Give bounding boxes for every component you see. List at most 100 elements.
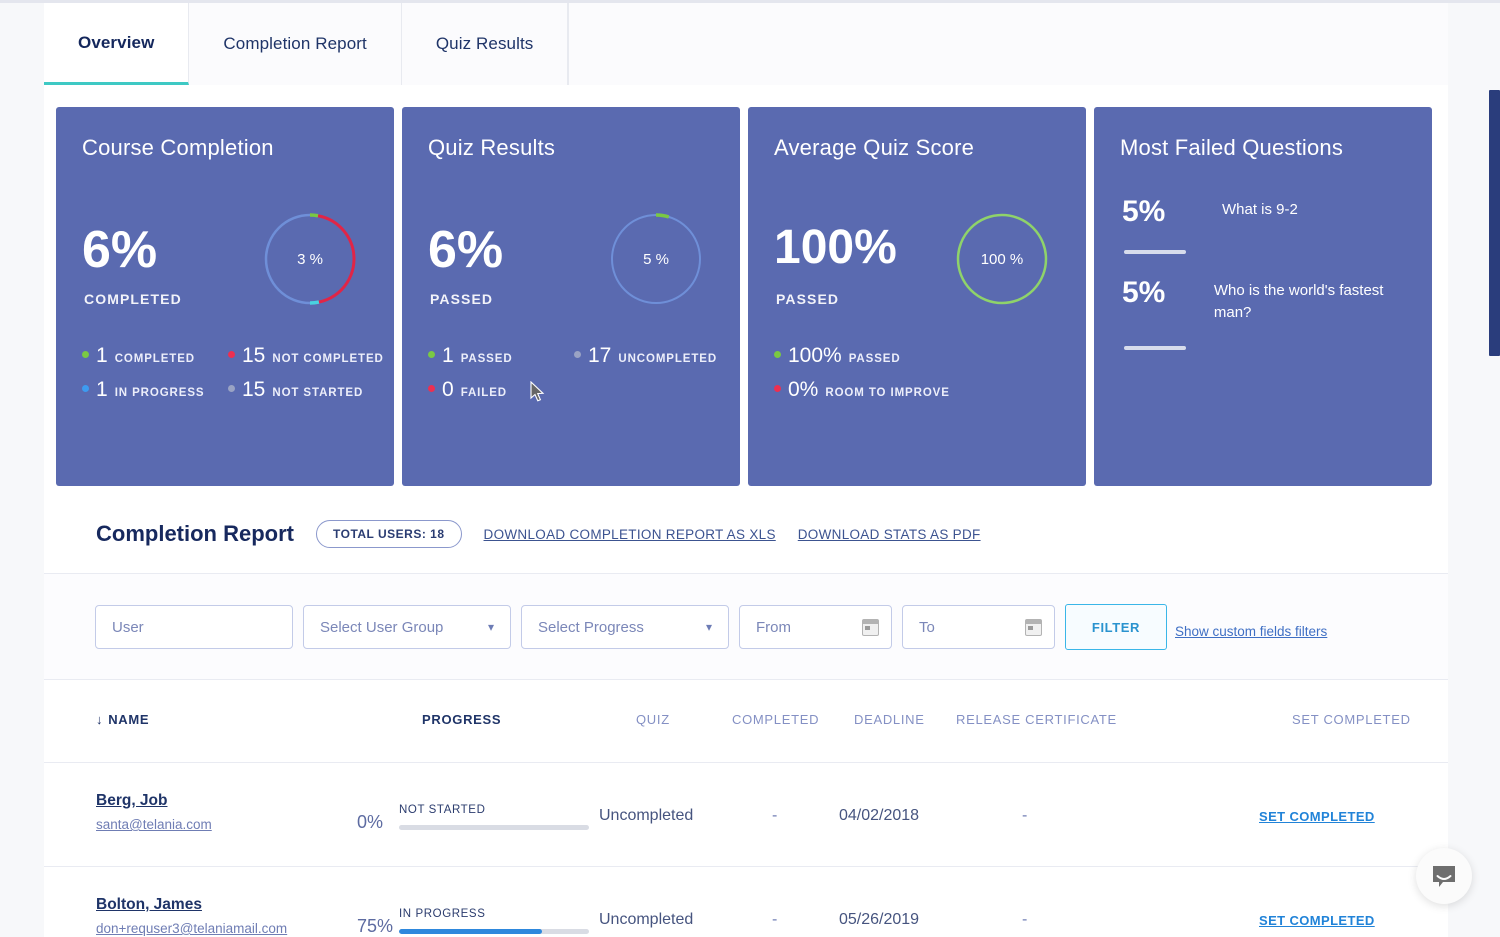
most-failed-question-percent-1: 5% bbox=[1122, 195, 1166, 228]
card-quiz-results-title: Quiz Results bbox=[428, 135, 556, 160]
average-quiz-score-legend: 100% PASSED 0% ROOM TO IMPROVE bbox=[774, 345, 1066, 413]
column-header-completed[interactable]: COMPLETED bbox=[732, 712, 819, 727]
card-quiz-results-body: 6% PASSED 5 % bbox=[428, 169, 714, 369]
card-average-quiz-score-body: 100% PASSED 100 % bbox=[774, 169, 1060, 369]
quiz-results-legend: 1 PASSED 0 FAILED 17 UNCOMPLETED bbox=[428, 345, 720, 413]
card-most-failed-questions-title: Most Failed Questions bbox=[1120, 135, 1344, 160]
column-header-release-certificate[interactable]: RELEASE CERTIFICATE bbox=[956, 712, 1117, 727]
user-group-select-value: Select User Group bbox=[320, 618, 444, 636]
release-certificate-cell: - bbox=[1022, 807, 1028, 824]
progress-bar bbox=[399, 825, 589, 830]
quiz-cell: Uncompleted bbox=[599, 807, 694, 824]
progress-bar-fill bbox=[399, 929, 542, 934]
filter-button[interactable]: FILTER bbox=[1065, 604, 1167, 650]
completion-report-header: Completion Report TOTAL USERS: 18 DOWNLO… bbox=[96, 520, 981, 548]
legend-label-failed: FAILED bbox=[460, 387, 507, 399]
legend-count-room-to-improve: 0% bbox=[788, 378, 819, 401]
tab-bar: Overview Completion Report Quiz Results bbox=[44, 3, 1448, 85]
progress-percent: 0% bbox=[357, 812, 384, 832]
column-header-set-completed[interactable]: SET COMPLETED bbox=[1292, 712, 1411, 727]
legend-count-uncompleted: 17 bbox=[588, 344, 612, 367]
to-date-input[interactable]: To bbox=[902, 605, 1055, 649]
average-quiz-score-donut-chart: 100 % bbox=[954, 211, 1050, 307]
most-failed-question-item: 5% What is 9-2 bbox=[1122, 193, 1408, 228]
download-xls-link[interactable]: DOWNLOAD COMPLETION REPORT AS XLS bbox=[484, 527, 776, 542]
progress-status-label: NOT STARTED bbox=[399, 804, 486, 816]
average-quiz-score-donut-label: 100 % bbox=[980, 250, 1024, 268]
tab-overview[interactable]: Overview bbox=[44, 3, 190, 85]
chevron-down-icon: ▾ bbox=[487, 620, 494, 634]
user-name-link[interactable]: Bolton, James bbox=[96, 896, 202, 913]
chat-launcher-button[interactable] bbox=[1416, 848, 1472, 904]
calendar-icon[interactable] bbox=[1025, 619, 1042, 636]
from-date-placeholder: From bbox=[756, 618, 791, 636]
header-divider bbox=[44, 573, 1448, 574]
progress-status-label: IN PROGRESS bbox=[399, 908, 486, 920]
set-completed-link[interactable]: SET COMPLETED bbox=[1259, 809, 1375, 824]
show-custom-fields-filters-link[interactable]: Show custom fields filters bbox=[1175, 624, 1327, 639]
legend-item-uncompleted: 17 UNCOMPLETED bbox=[574, 345, 720, 366]
user-group-select[interactable]: Select User Group ▾ bbox=[303, 605, 511, 649]
column-header-deadline[interactable]: DEADLINE bbox=[854, 712, 925, 727]
column-header-progress[interactable]: PROGRESS bbox=[422, 712, 501, 727]
user-email-link[interactable]: santa@telania.com bbox=[96, 817, 212, 832]
user-name-link[interactable]: Berg, Job bbox=[96, 792, 167, 809]
tab-quiz-results[interactable]: Quiz Results bbox=[401, 3, 569, 85]
completed-cell: - bbox=[772, 807, 778, 824]
total-users-badge[interactable]: TOTAL USERS: 18 bbox=[316, 520, 462, 548]
course-completion-donut-chart: 3 % bbox=[262, 211, 358, 307]
legend-dot-passed bbox=[428, 351, 435, 358]
average-quiz-score-percent: 100% bbox=[774, 221, 897, 274]
table-row: Bolton, James don+requser3@telaniamail.c… bbox=[44, 867, 1448, 937]
legend-item-failed: 0 FAILED bbox=[428, 379, 574, 400]
column-header-quiz[interactable]: QUIZ bbox=[636, 712, 670, 727]
deadline-cell: 05/26/2019 bbox=[839, 911, 920, 928]
most-failed-questions-list: 5% What is 9-2 5% Who is the world's fas… bbox=[1122, 193, 1408, 370]
progress-cell: 0% NOT STARTED bbox=[357, 800, 589, 832]
tab-bar-filler bbox=[568, 3, 1448, 85]
user-cell: Bolton, James don+requser3@telaniamail.c… bbox=[96, 896, 287, 936]
card-most-failed-questions: Most Failed Questions 5% What is 9-2 5% … bbox=[1094, 107, 1432, 486]
legend-count-not-started: 15 bbox=[242, 378, 266, 401]
progress-bar bbox=[399, 929, 589, 934]
user-search-input[interactable]: User bbox=[95, 605, 293, 649]
legend-item-passed: 1 PASSED bbox=[428, 345, 574, 366]
user-email-link[interactable]: don+requser3@telaniamail.com bbox=[96, 921, 287, 936]
progress-select[interactable]: Select Progress ▾ bbox=[521, 605, 729, 649]
most-failed-question-divider-1 bbox=[1124, 250, 1186, 254]
legend-item-completed: 1 COMPLETED bbox=[82, 345, 228, 366]
legend-item-score-passed: 100% PASSED bbox=[774, 345, 1066, 366]
legend-label-in-progress: IN PROGRESS bbox=[114, 387, 205, 399]
legend-item-not-completed: 15 NOT COMPLETED bbox=[228, 345, 383, 366]
quiz-results-donut-label: 5 % bbox=[643, 250, 669, 268]
card-course-completion: Course Completion 6% COMPLETED 3 % 1 COM… bbox=[56, 107, 394, 486]
legend-dot-completed bbox=[82, 351, 89, 358]
legend-dot-room-to-improve bbox=[774, 385, 781, 392]
dashboard-page: Overview Completion Report Quiz Results … bbox=[0, 0, 1500, 937]
average-quiz-score-percent-label: PASSED bbox=[776, 291, 840, 307]
calendar-icon[interactable] bbox=[862, 619, 879, 636]
from-date-input[interactable]: From bbox=[739, 605, 892, 649]
legend-label-not-started: NOT STARTED bbox=[272, 387, 364, 399]
user-search-placeholder: User bbox=[112, 618, 144, 636]
column-header-name-label: NAME bbox=[108, 712, 150, 727]
legend-item-not-started: 15 NOT STARTED bbox=[228, 379, 374, 400]
download-pdf-link[interactable]: DOWNLOAD STATS AS PDF bbox=[798, 527, 981, 542]
tab-completion-report[interactable]: Completion Report bbox=[189, 3, 402, 85]
table-row: Berg, Job santa@telania.com 0% NOT START… bbox=[44, 763, 1448, 867]
quiz-results-percent: 6% bbox=[428, 221, 504, 279]
set-completed-link[interactable]: SET COMPLETED bbox=[1259, 913, 1375, 928]
stat-cards: Course Completion 6% COMPLETED 3 % 1 COM… bbox=[56, 107, 1444, 486]
column-header-name[interactable]: ↓ NAME bbox=[96, 712, 149, 727]
vertical-scrollbar[interactable] bbox=[1489, 90, 1500, 356]
most-failed-question-item: 5% Who is the world's fastest man? bbox=[1122, 274, 1408, 324]
release-certificate-cell: - bbox=[1022, 911, 1028, 928]
legend-dot-not-completed bbox=[228, 351, 235, 358]
legend-dot-in-progress bbox=[82, 385, 89, 392]
chat-bubble-icon bbox=[1433, 866, 1455, 887]
legend-label-not-completed: NOT COMPLETED bbox=[272, 353, 384, 365]
card-average-quiz-score-title: Average Quiz Score bbox=[774, 135, 975, 160]
course-completion-percent-label: COMPLETED bbox=[84, 291, 182, 307]
most-failed-question-text-2: Who is the world's fastest man? bbox=[1213, 282, 1384, 321]
legend-count-failed: 0 bbox=[442, 378, 454, 401]
